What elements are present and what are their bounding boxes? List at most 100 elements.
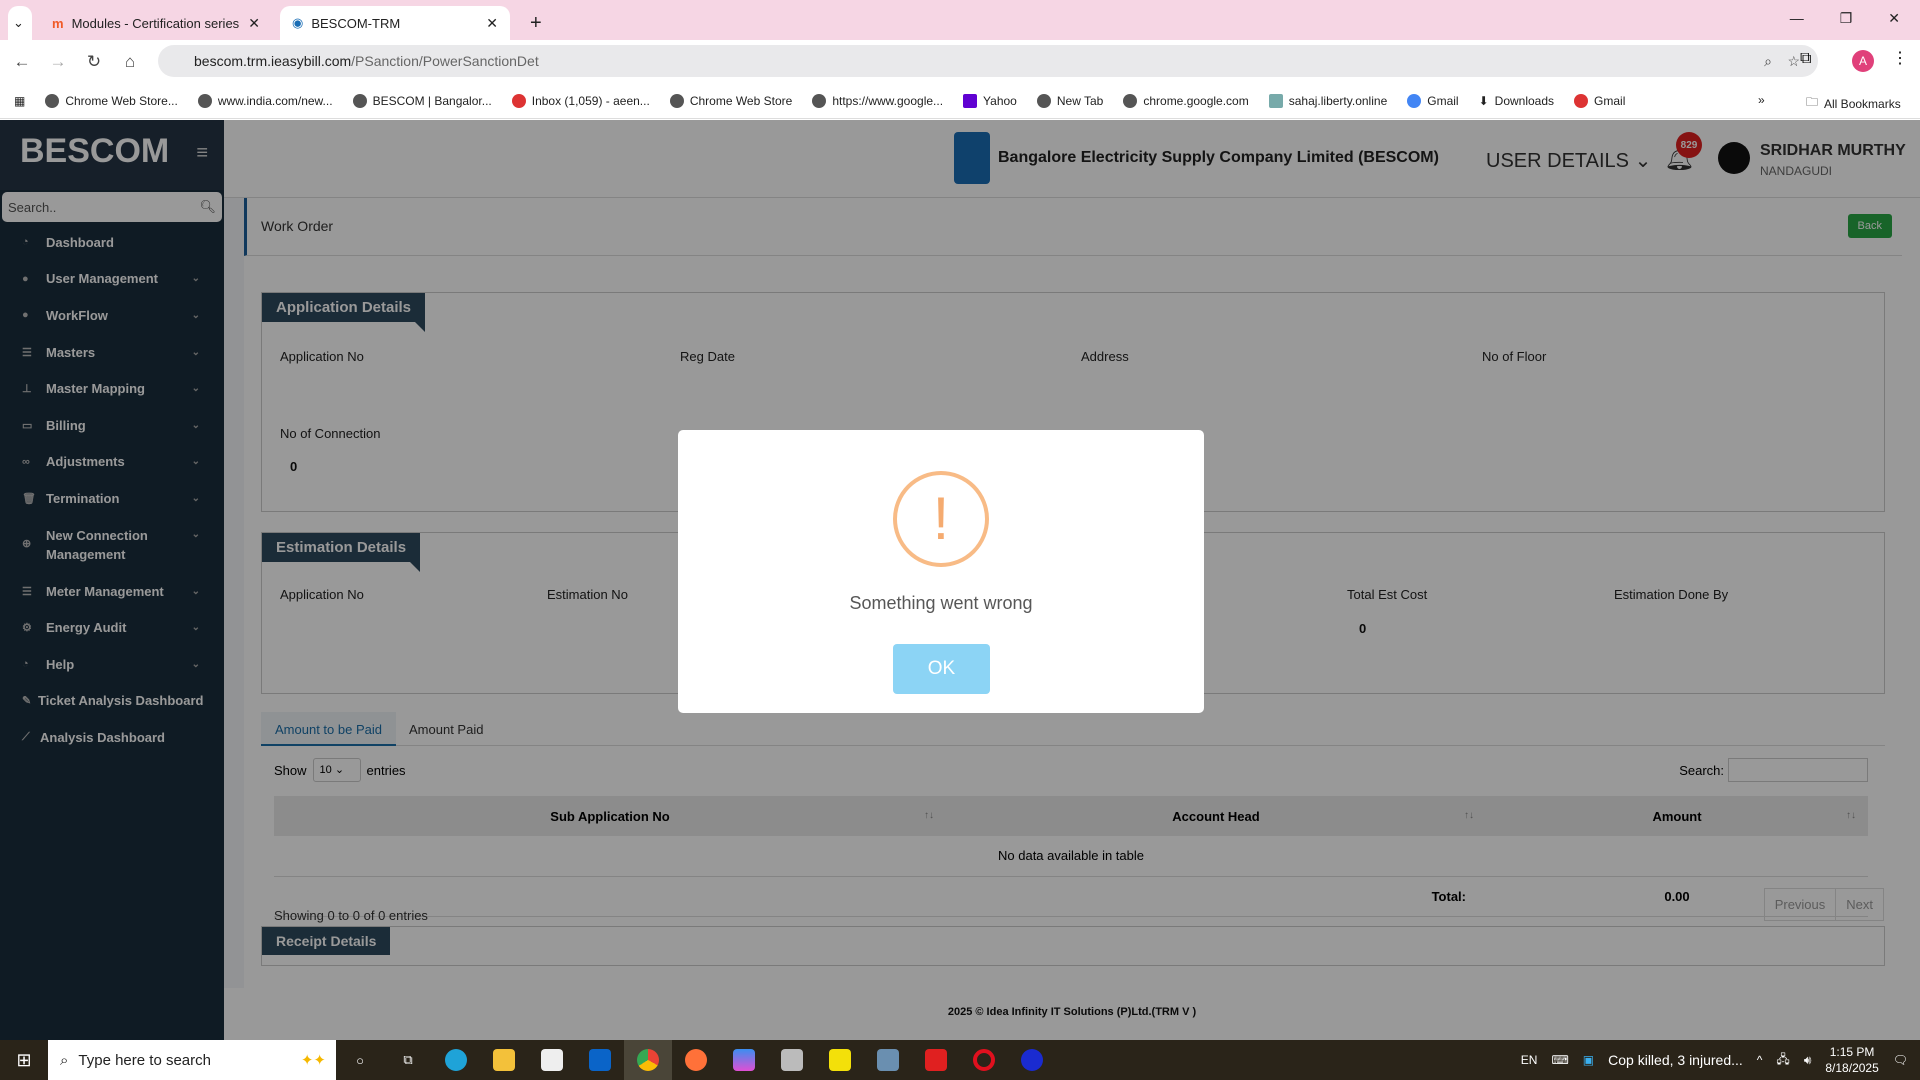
tab-search-button[interactable]: ⌄ (8, 6, 32, 40)
printer-icon[interactable] (768, 1040, 816, 1080)
windows-start-icon[interactable]: ⊞ (0, 1050, 48, 1071)
calculator-icon[interactable] (864, 1040, 912, 1080)
edge-icon[interactable] (432, 1040, 480, 1080)
taskbar-search-placeholder: Type here to search (78, 1051, 211, 1069)
minimize-icon[interactable]: — (1790, 10, 1804, 27)
bookmark[interactable]: https://www.google... (812, 93, 944, 108)
app-icon[interactable] (816, 1040, 864, 1080)
bookmarks-bar: ▦ Chrome Web Store... www.india.com/new.… (0, 83, 1920, 119)
system-tray: EN ⌨ ▣ Cop killed, 3 injured... ^ 🖧 🔊︎ 1… (1521, 1044, 1920, 1076)
outlook-icon[interactable] (576, 1040, 624, 1080)
store-icon[interactable] (528, 1040, 576, 1080)
bookmark[interactable]: ⬇ Downloads (1479, 94, 1554, 108)
cortana-icon[interactable]: ○ (336, 1040, 384, 1080)
bookmark-icon (45, 93, 60, 108)
bookmark-label: www.india.com/new... (217, 93, 333, 108)
grid-icon (1268, 93, 1283, 108)
forward-icon[interactable]: → (40, 52, 76, 72)
volume-icon[interactable]: 🔊︎ (1804, 1053, 1812, 1068)
wps-icon[interactable] (912, 1040, 960, 1080)
opera-icon[interactable] (960, 1040, 1008, 1080)
tab-modules[interactable]: m Modules - Certification series ✕ (40, 6, 272, 40)
dialog-message: Something went wrong (849, 593, 1033, 613)
gmail-icon (511, 93, 526, 108)
address-toolbar: ← → ↻ ⌂ bescom.trm.ieasybill.com/PSancti… (0, 40, 1920, 83)
profile-avatar[interactable]: A (1852, 50, 1874, 72)
star-icon[interactable]: ☆ (1787, 53, 1800, 70)
tab-bescom[interactable]: ◉ BESCOM-TRM ✕ (280, 6, 510, 40)
notification-center-icon[interactable]: 🗨 (1893, 1053, 1908, 1067)
bookmark[interactable]: Chrome Web Store... (45, 93, 178, 108)
bookmark-label: sahaj.liberty.online (1288, 93, 1388, 108)
bookmark[interactable]: Gmail (1407, 93, 1459, 108)
bookmark-label: Chrome Web Store... (65, 93, 178, 108)
chrome-icon[interactable] (624, 1040, 672, 1080)
zoom-icon[interactable]: ⌕ (1764, 53, 1772, 70)
bookmark-label: BESCOM | Bangalor... (372, 93, 492, 108)
browser-tab-strip: ⌄ m Modules - Certification series ✕ ◉ BESC… (0, 0, 1920, 40)
time: 1:15 PM (1829, 1045, 1875, 1059)
keyboard-icon[interactable]: ⌨ (1551, 1053, 1568, 1067)
ok-button[interactable]: OK (893, 644, 990, 694)
url-bar[interactable]: bescom.trm.ieasybill.com/PSanction/Power… (158, 45, 1818, 77)
close-tab-icon[interactable]: ✕ (248, 15, 260, 32)
all-bookmarks[interactable]: 🗀 All Bookmarks (1806, 93, 1901, 114)
more-bookmarks-icon[interactable]: » (1758, 93, 1765, 107)
network-icon[interactable]: 🖧 (1776, 1050, 1789, 1071)
bookmark[interactable]: chrome.google.com (1123, 93, 1249, 108)
bookmark[interactable]: New Tab (1036, 93, 1103, 108)
moodle-icon: m (52, 15, 64, 31)
bescom-favicon-icon: ◉ (292, 15, 304, 30)
bookmark[interactable]: BESCOM | Bangalor... (352, 93, 492, 108)
folder-icon: 🗀 (1806, 95, 1819, 109)
taskbar-search[interactable]: ⌕ Type here to search ✦✦ (48, 1040, 336, 1080)
url-host: bescom.trm.ieasybill.com (194, 53, 352, 69)
restore-icon[interactable]: ❐ (1840, 10, 1853, 27)
new-tab-button[interactable]: + (518, 6, 554, 40)
file-explorer-icon[interactable] (480, 1040, 528, 1080)
all-bookmarks-label: All Bookmarks (1824, 96, 1901, 111)
bookmark-label: https://www.google... (832, 93, 944, 108)
close-tab-icon[interactable]: ✕ (486, 15, 498, 32)
globe-icon (812, 93, 827, 108)
bookmark-label: Gmail (1594, 93, 1626, 108)
globe-icon (1036, 93, 1051, 108)
bookmark-label: Chrome Web Store (689, 93, 793, 108)
bookmark-label: Gmail (1427, 93, 1459, 108)
bookmark-icon (197, 93, 212, 108)
close-window-icon[interactable]: ✕ (1888, 10, 1900, 27)
bookmark[interactable]: Gmail (1574, 93, 1626, 108)
bookmark[interactable]: sahaj.liberty.online (1268, 93, 1388, 108)
bookmark[interactable]: Chrome Web Store (669, 93, 793, 108)
taskbar: ⊞ ⌕ Type here to search ✦✦ ○ ⧉ EN ⌨ ▣ Cop … (0, 1040, 1920, 1080)
reload-icon[interactable]: ↻ (76, 52, 112, 72)
copilot-icon[interactable] (720, 1040, 768, 1080)
google-icon (1407, 93, 1422, 108)
extensions-icon[interactable]: ⧉ (1800, 50, 1811, 68)
bookmark-icon (669, 93, 684, 108)
chevron-up-icon[interactable]: ^ (1757, 1053, 1763, 1067)
back-icon[interactable]: ← (4, 52, 40, 72)
tab-title: Modules - Certification series (71, 15, 240, 31)
home-icon[interactable]: ⌂ (112, 52, 148, 72)
warning-icon: ! (893, 471, 989, 567)
language-indicator[interactable]: EN (1521, 1053, 1538, 1067)
news-widget[interactable]: Cop killed, 3 injured... (1608, 1052, 1743, 1068)
webex-icon[interactable] (1008, 1040, 1056, 1080)
bookmark[interactable]: Inbox (1,059) - aeen... (511, 93, 650, 108)
news-icon: ▣ (1582, 1053, 1595, 1067)
task-view-icon[interactable]: ⧉ (384, 1040, 432, 1080)
firefox-icon[interactable] (672, 1040, 720, 1080)
bookmark-label: chrome.google.com (1143, 93, 1249, 108)
error-dialog: ! Something went wrong OK (678, 430, 1204, 713)
bookmark-label: Inbox (1,059) - aeen... (531, 93, 650, 108)
clock[interactable]: 1:15 PM 8/18/2025 (1825, 1044, 1878, 1076)
apps-icon[interactable]: ▦ (14, 94, 25, 108)
bookmark-icon (1123, 93, 1138, 108)
copilot-sparkle-icon: ✦✦ (300, 1052, 326, 1069)
download-icon: ⬇ (1478, 93, 1489, 108)
bookmark[interactable]: Yahoo (963, 93, 1017, 108)
yahoo-icon (963, 93, 978, 108)
bookmark[interactable]: www.india.com/new... (197, 93, 333, 108)
menu-icon[interactable]: ⋮ (1892, 48, 1908, 68)
